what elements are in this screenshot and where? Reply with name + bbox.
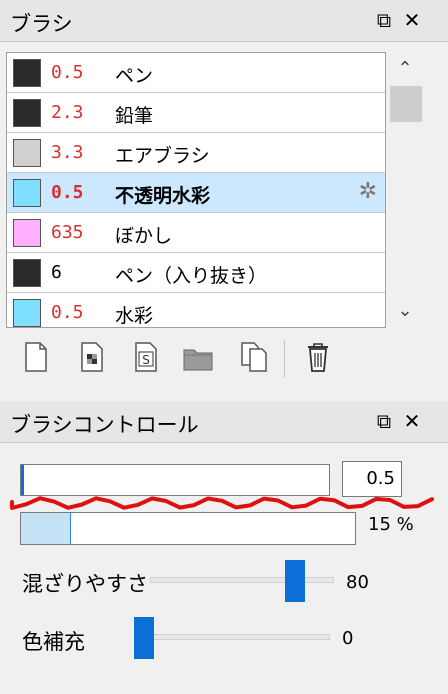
scroll-up-icon[interactable]: ⌃ [388,58,422,79]
brush-size: 2.3 [51,102,84,123]
mixing-slider-knob[interactable] [285,560,306,602]
copy-brush-icon[interactable] [238,340,270,374]
float-panel-icon[interactable]: ⧉ [372,8,396,32]
brush-color-swatch[interactable] [13,99,41,127]
brush-opacity-slider[interactable] [20,512,356,545]
folder-icon[interactable] [182,340,214,374]
brush-name: 鉛筆 [115,105,154,127]
color-refill-slider-knob[interactable] [134,617,154,659]
close-panel-icon[interactable]: ✕ [400,8,424,32]
mixing-value: 80 [346,572,369,593]
color-refill-label: 色補充 [22,630,85,654]
brush-item-watercolor[interactable]: 0.5 水彩 [7,293,385,327]
color-refill-value: 0 [342,628,354,649]
close-panel-icon[interactable]: ✕ [400,409,424,433]
new-brush-special-icon[interactable]: S [130,340,162,374]
brush-color-swatch[interactable] [13,219,41,247]
mixing-track[interactable] [150,577,334,583]
brush-item-blur[interactable]: 635 ぼかし [7,213,385,253]
brush-size: 635 [51,222,84,243]
scroll-thumb[interactable] [390,86,422,122]
brush-color-swatch[interactable] [13,299,41,327]
brush-size: 0.5 [51,62,84,83]
brush-name: 水彩 [115,305,154,327]
brush-name: ペン（入り抜き） [115,265,268,287]
brush-color-swatch[interactable] [13,59,41,87]
brush-color-swatch[interactable] [13,179,41,207]
brush-control-header: ブラシコントロール ⧉ ✕ [0,401,448,443]
brush-item-opaque-watercolor[interactable]: 0.5 不透明水彩 ✲ [7,173,385,213]
brush-item-airbrush[interactable]: 3.3 エアブラシ [7,133,385,173]
brush-control-title: ブラシコントロール [10,413,199,437]
brush-toolbar: S [20,340,340,378]
brush-size: 0.5 [51,302,84,323]
toolbar-divider [284,340,285,378]
brush-size: 3.3 [51,142,84,163]
brush-name: ぼかし [115,225,173,247]
brush-color-swatch[interactable] [13,259,41,287]
brush-size: 6 [51,262,62,283]
brush-color-swatch[interactable] [13,139,41,167]
brush-item-pen[interactable]: 0.5 ペン [7,53,385,93]
brush-size: 0.5 [51,182,84,203]
brush-name: 不透明水彩 [115,185,211,207]
brush-list: 0.5 ペン 2.3 鉛筆 3.3 エアブラシ 0.5 不透明水彩 ✲ 635 … [6,52,386,328]
scroll-down-icon[interactable]: ⌄ [388,300,422,321]
brush-panel-title: ブラシ [10,12,73,36]
opacity-fill [21,513,72,544]
opacity-value: 15 % [368,514,414,535]
brush-name: エアブラシ [115,145,210,167]
brush-panel-header: ブラシ ⧉ ✕ [0,0,448,42]
gear-icon[interactable]: ✲ [359,179,377,204]
brush-item-pencil[interactable]: 2.3 鉛筆 [7,93,385,133]
mixing-label: 混ざりやすさ [22,572,148,596]
color-refill-track[interactable] [134,634,330,640]
brush-name: ペン [115,65,154,87]
svg-text:S: S [142,353,150,367]
float-panel-icon[interactable]: ⧉ [372,409,396,433]
brush-list-scrollbar[interactable]: ⌃ ⌄ [388,52,422,328]
new-brush-icon[interactable] [20,340,52,374]
trash-icon[interactable] [302,340,334,374]
new-brush-pattern-icon[interactable] [76,340,108,374]
brush-item-pen-taper[interactable]: 6 ペン（入り抜き） [7,253,385,293]
